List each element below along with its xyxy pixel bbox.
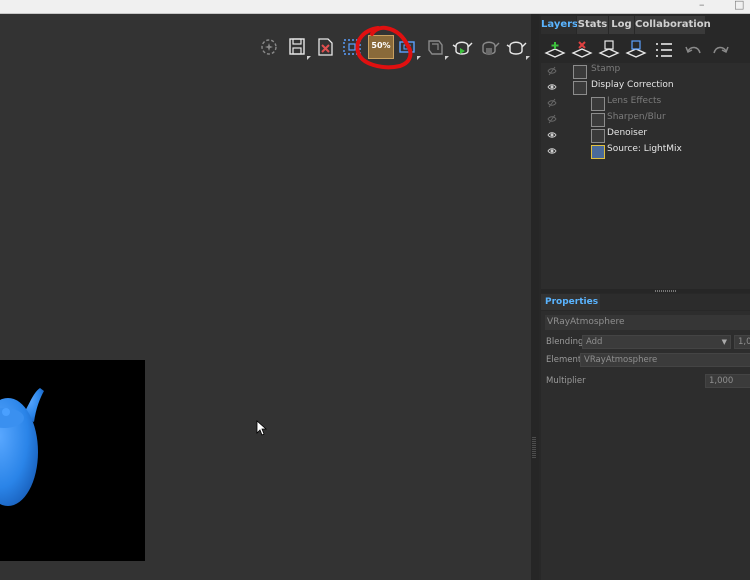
splitter-grip-icon[interactable] (532, 437, 536, 459)
properties-header-bar (600, 294, 750, 310)
element-name-field[interactable]: VRayAtmosphere (545, 315, 750, 330)
layer-row-sharpen-blur[interactable]: Sharpen/Blur (541, 111, 750, 127)
layer-name: Lens Effects (607, 96, 662, 106)
visibility-on-icon[interactable] (547, 130, 557, 140)
delete-layer-icon[interactable] (570, 39, 594, 61)
restore-button[interactable]: □ (734, 0, 744, 11)
lens-effects-icon (591, 97, 605, 111)
load-layer-icon[interactable] (624, 39, 648, 61)
lightmix-icon (591, 145, 605, 159)
element-select[interactable]: VRayAtmosphere (580, 353, 750, 367)
undo-icon[interactable] (682, 39, 706, 61)
layer-name: Sharpen/Blur (607, 112, 666, 122)
denoiser-icon (591, 129, 605, 143)
minimize-button[interactable]: – (699, 0, 705, 11)
element-label: Element (546, 355, 582, 365)
clear-image-icon[interactable] (314, 36, 336, 58)
blending-value: Add (586, 337, 603, 347)
save-layer-icon[interactable] (597, 39, 621, 61)
divider-grip-icon[interactable] (655, 290, 677, 292)
rendered-image (0, 360, 145, 561)
window-title-bar: – □ (0, 0, 750, 14)
sharpen-blur-icon (591, 113, 605, 127)
chevron-down-icon: ▼ (721, 338, 727, 346)
properties-header: Properties (541, 294, 600, 310)
blending-amount-field[interactable]: 1,0 (734, 335, 750, 349)
stamp-icon (573, 65, 587, 79)
layer-name: Source: LightMix (607, 144, 682, 154)
tab-log[interactable]: Log (609, 16, 634, 34)
visibility-off-icon[interactable] (547, 114, 557, 124)
layer-name: Stamp (591, 64, 621, 74)
add-layer-icon[interactable] (543, 39, 567, 61)
curves-icon (573, 81, 587, 95)
visibility-on-icon[interactable] (547, 82, 557, 92)
layer-row-stamp[interactable]: Stamp (541, 63, 750, 79)
visibility-off-icon[interactable] (547, 66, 557, 76)
properties-panel (541, 311, 750, 580)
tab-stats[interactable]: Stats (577, 16, 608, 34)
stop-render-icon[interactable] (478, 36, 500, 58)
layer-row-display-correction[interactable]: Display Correction (541, 79, 750, 95)
tab-layers[interactable]: Layers (541, 16, 578, 34)
tab-collaboration[interactable]: Collaboration (635, 16, 711, 34)
visibility-on-icon[interactable] (547, 146, 557, 156)
layer-row-source-lightmix[interactable]: Source: LightMix (541, 143, 750, 159)
blending-label: Blending (546, 337, 584, 347)
panel-splitter[interactable] (531, 14, 539, 580)
render-teapot-icon[interactable] (451, 36, 473, 58)
layers-properties-divider[interactable] (541, 289, 750, 293)
layer-name: Denoiser (607, 128, 648, 138)
layer-name: Display Correction (591, 80, 674, 90)
render-icon[interactable] (505, 36, 530, 60)
multiplier-label: Multiplier (546, 376, 586, 386)
teapot-render (0, 388, 44, 506)
visibility-off-icon[interactable] (547, 98, 557, 108)
layer-row-lens-effects[interactable]: Lens Effects (541, 95, 750, 111)
red-circle-annotation (355, 25, 413, 70)
save-icon[interactable] (286, 36, 311, 60)
mouse-cursor-icon (256, 420, 268, 436)
blending-mode-select[interactable]: Add ▼ (582, 335, 731, 349)
redo-icon[interactable] (708, 39, 732, 61)
list-icon[interactable] (652, 39, 676, 61)
zoom-region-icon[interactable] (258, 36, 280, 58)
render-last-icon[interactable] (424, 36, 449, 60)
multiplier-field[interactable]: 1,000 (705, 374, 750, 388)
layer-row-denoiser[interactable]: Denoiser (541, 127, 750, 143)
